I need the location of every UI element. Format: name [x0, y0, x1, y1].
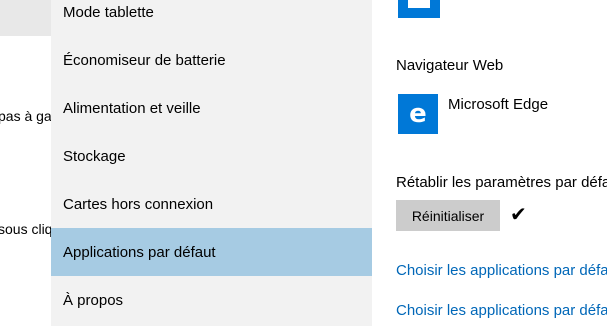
choose-defaults-by-protocol-link[interactable]: Choisir les applications par défaut: [396, 302, 607, 319]
reset-button[interactable]: Réinitialiser: [396, 200, 500, 231]
nav-item-label: À propos: [63, 291, 124, 309]
nav-item-label: Cartes hors connexion: [63, 195, 214, 213]
nav-item-label: Applications par défaut: [63, 243, 216, 261]
edge-glyph: e: [409, 99, 427, 129]
nav-item-default-apps[interactable]: Applications par défaut: [51, 228, 372, 276]
settings-nav: Mode tablette Économiseur de batterie Al…: [51, 0, 372, 326]
reset-heading: Rétablir les paramètres par défaut: [396, 174, 607, 191]
background-text-fragment-1: pas à gau: [0, 108, 51, 124]
nav-item-label: Mode tablette: [63, 3, 154, 21]
background-window: pas à gau sous cliq: [0, 0, 51, 326]
nav-item-about[interactable]: À propos: [51, 276, 372, 324]
checkmark-icon: ✔: [510, 204, 527, 226]
app-tile-icon[interactable]: [398, 0, 440, 18]
nav-item-tablet-mode[interactable]: Mode tablette: [51, 0, 372, 36]
background-text-fragment-2: sous cliq: [0, 221, 51, 237]
nav-item-label: Stockage: [63, 147, 126, 165]
nav-item-offline-maps[interactable]: Cartes hors connexion: [51, 180, 372, 228]
edge-browser-icon: e: [398, 94, 438, 134]
default-browser-picker[interactable]: e Microsoft Edge: [398, 94, 548, 134]
content-pane: Navigateur Web e Microsoft Edge Rétablir…: [372, 0, 607, 326]
background-header-band: [0, 0, 51, 36]
default-browser-name: Microsoft Edge: [448, 96, 549, 113]
nav-item-battery-saver[interactable]: Économiseur de batterie: [51, 36, 372, 84]
nav-item-label: Alimentation et veille: [63, 99, 201, 117]
choose-defaults-by-file-type-link[interactable]: Choisir les applications par défaut: [396, 262, 607, 279]
nav-item-power-sleep[interactable]: Alimentation et veille: [51, 84, 372, 132]
nav-item-label: Économiseur de batterie: [63, 51, 226, 69]
nav-item-storage[interactable]: Stockage: [51, 132, 372, 180]
web-browser-heading: Navigateur Web: [396, 57, 504, 74]
